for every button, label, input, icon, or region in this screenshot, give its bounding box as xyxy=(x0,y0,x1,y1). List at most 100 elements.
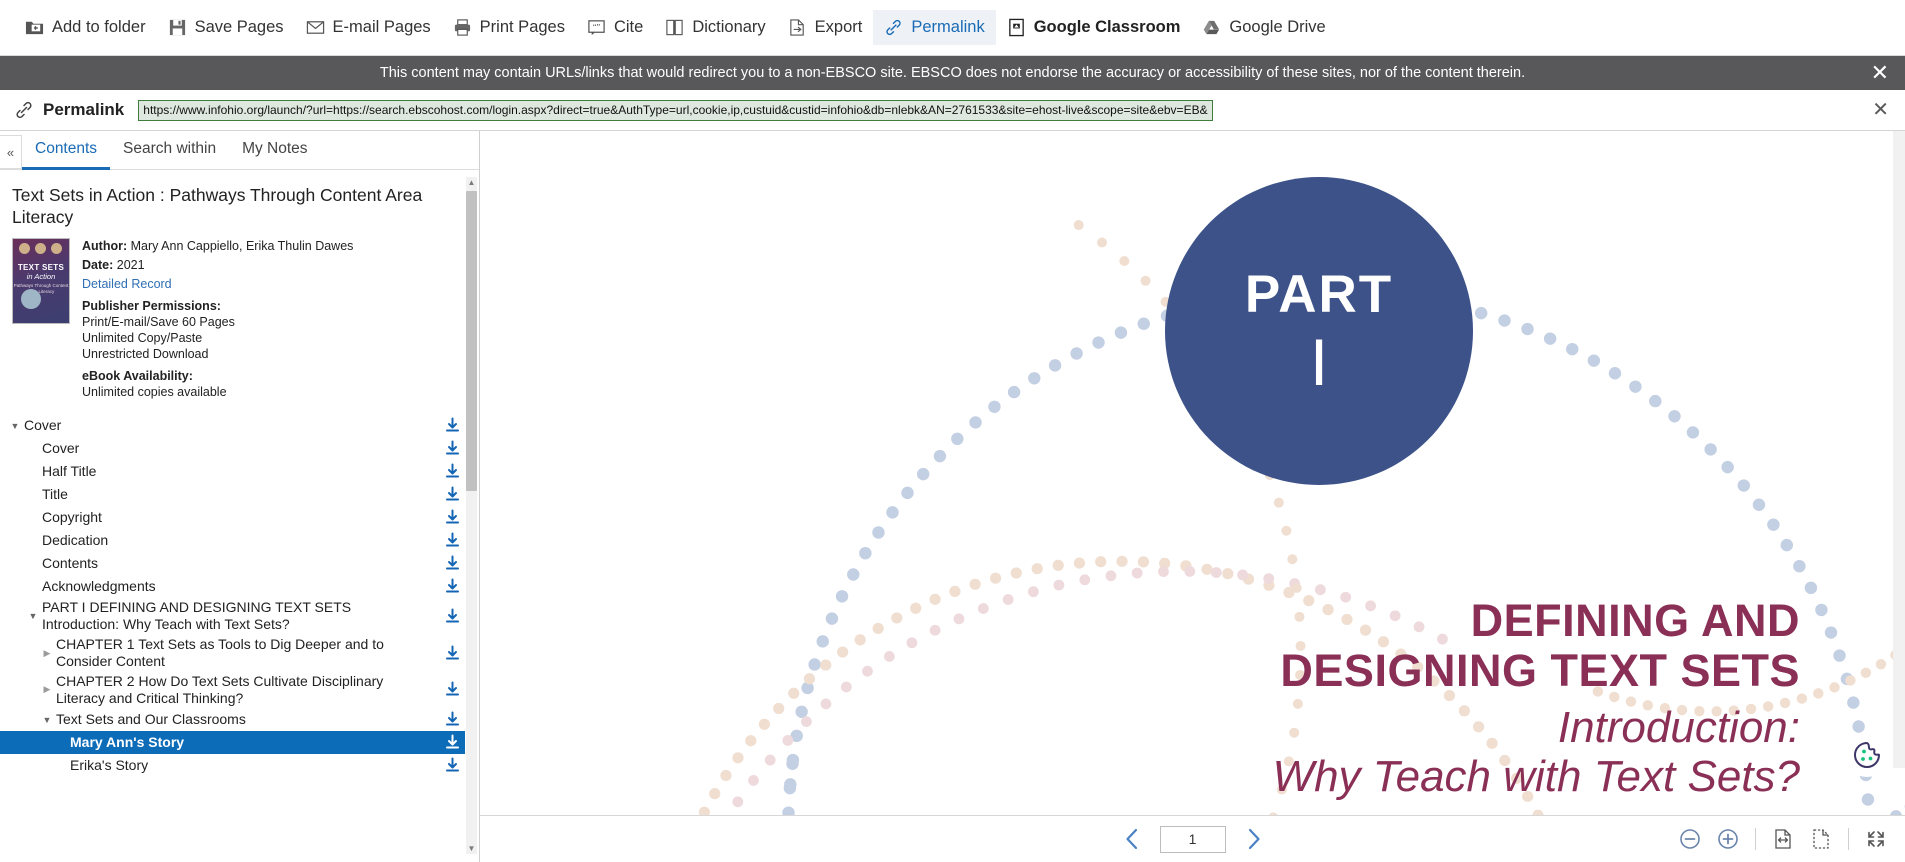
folder-add-icon xyxy=(25,18,44,37)
toc-item[interactable]: ▶Copyright xyxy=(0,506,465,529)
toolbar-print-pages[interactable]: Print Pages xyxy=(442,10,576,45)
link-icon xyxy=(884,18,903,37)
part-badge: PART I xyxy=(1165,177,1473,485)
toolbar-email-pages[interactable]: E-mail Pages xyxy=(295,10,442,45)
toolbar-label: Cite xyxy=(613,18,644,37)
toc-item[interactable]: ▶Contents xyxy=(0,552,465,575)
quote-icon: “” xyxy=(587,18,606,37)
part-number: I xyxy=(1309,324,1329,399)
sidebar-scrollbar-thumb[interactable] xyxy=(466,191,477,491)
tab-search-within[interactable]: Search within xyxy=(110,132,229,170)
book-meta-text: Author: Mary Ann Cappiello, Erika Thulin… xyxy=(82,238,353,400)
toc-item[interactable]: ▶Acknowledgments xyxy=(0,575,465,598)
permalink-url-input[interactable] xyxy=(138,99,1214,121)
tab-contents[interactable]: Contents xyxy=(22,132,111,170)
fit-page-icon xyxy=(1813,829,1829,849)
cover-title-line2: in Action xyxy=(26,272,56,282)
download-icon[interactable] xyxy=(439,486,465,503)
toc-item[interactable]: ▶ CHAPTER 1 Text Sets as Tools to Dig Dee… xyxy=(0,635,465,672)
viewer-bottom-toolbar xyxy=(480,815,1905,862)
viewer-scrollbar-track[interactable] xyxy=(1893,131,1905,768)
toolbar-permalink[interactable]: Permalink xyxy=(873,10,996,45)
sidebar-scroll-up-arrow[interactable]: ▲ xyxy=(466,177,477,188)
chevron-right-icon[interactable]: ▶ xyxy=(38,648,56,659)
author-value: Mary Ann Cappiello, Erika Thulin Dawes xyxy=(130,239,354,254)
next-page-button[interactable] xyxy=(1240,826,1266,852)
chevron-right-icon[interactable]: ▶ xyxy=(38,684,56,695)
toc-item[interactable]: ▶Mary Ann's Story xyxy=(0,731,465,755)
toolbar-google-classroom[interactable]: Google Classroom xyxy=(996,10,1192,45)
toc-item-label: Text Sets and Our Classrooms xyxy=(56,711,246,728)
permalink-bar: Permalink ✕ xyxy=(0,90,1905,131)
toolbar-cite[interactable]: “” Cite xyxy=(576,10,654,45)
google-classroom-icon xyxy=(1007,18,1026,37)
download-icon[interactable] xyxy=(439,578,465,595)
download-icon[interactable] xyxy=(439,645,465,662)
toolbar-label: Save Pages xyxy=(194,18,284,37)
download-icon[interactable] xyxy=(439,532,465,549)
permalink-close-icon[interactable]: ✕ xyxy=(1872,100,1889,120)
toc-item-label: Title xyxy=(42,485,68,502)
toolbar-google-drive[interactable]: Google Drive xyxy=(1191,10,1336,45)
fullscreen-icon xyxy=(1868,831,1884,847)
content-notice-banner: This content may contain URLs/links that… xyxy=(0,56,1905,90)
author-row: Author: Mary Ann Cappiello, Erika Thulin… xyxy=(82,238,353,254)
book-cover-thumbnail[interactable]: TEXT SETS in Action Pathways Through Con… xyxy=(12,238,70,325)
download-icon[interactable] xyxy=(439,440,465,457)
toc-item-label: Erika's Story xyxy=(70,757,149,774)
heading-line-1: DEFINING AND xyxy=(1470,595,1800,646)
toc-arrow-spacer: ▶ xyxy=(24,443,42,454)
sidebar-collapse-button[interactable]: « xyxy=(0,135,22,169)
toc-item-label: Half Title xyxy=(42,462,97,479)
page-number-input[interactable] xyxy=(1159,825,1226,853)
download-icon[interactable] xyxy=(439,417,465,434)
toc-item[interactable]: ▶Erika's Story xyxy=(0,754,465,777)
svg-text:“”: “” xyxy=(593,21,601,31)
cookie-consent-button[interactable] xyxy=(1845,733,1889,777)
toc-item[interactable]: ▶Title xyxy=(0,483,465,506)
toolbar-save-pages[interactable]: Save Pages xyxy=(157,10,295,45)
toc-item[interactable]: ▼ Text Sets and Our Classrooms xyxy=(0,708,465,731)
toc-item-label: Acknowledgments xyxy=(42,577,156,594)
author-label: Author: xyxy=(82,239,128,254)
download-icon[interactable] xyxy=(439,681,465,698)
fit-page-button[interactable] xyxy=(1810,828,1832,850)
document-viewer: PART I DEFINING AND DESIGNING TEXT SETS … xyxy=(480,131,1905,862)
toc-item[interactable]: ▶Half Title xyxy=(0,460,465,483)
tab-my-notes[interactable]: My Notes xyxy=(229,132,320,170)
toolbar-export[interactable]: Export xyxy=(777,10,874,45)
zoom-out-icon xyxy=(1680,829,1700,849)
toc-item[interactable]: ▼ PART I DEFINING AND DESIGNING TEXT SETS… xyxy=(0,598,465,635)
notice-close-icon[interactable]: ✕ xyxy=(1871,62,1889,84)
detailed-record-link[interactable]: Detailed Record xyxy=(82,277,172,291)
chevron-down-icon[interactable]: ▼ xyxy=(6,421,24,431)
page-area[interactable]: PART I DEFINING AND DESIGNING TEXT SETS … xyxy=(480,131,1905,815)
chevron-down-icon[interactable]: ▼ xyxy=(38,715,56,725)
book-metadata: TEXT SETS in Action Pathways Through Con… xyxy=(0,232,465,404)
download-icon[interactable] xyxy=(439,757,465,774)
sidebar-tabs: « Contents Search within My Notes xyxy=(0,131,479,170)
permission-item: Unlimited Copy/Paste xyxy=(82,331,203,346)
download-icon[interactable] xyxy=(439,734,465,751)
fullscreen-button[interactable] xyxy=(1865,828,1887,850)
zoom-in-button[interactable] xyxy=(1717,828,1739,850)
download-icon[interactable] xyxy=(439,711,465,728)
toc-item[interactable]: ▶Dedication xyxy=(0,529,465,552)
chevron-down-icon[interactable]: ▼ xyxy=(24,611,42,621)
zoom-out-button[interactable] xyxy=(1679,828,1701,850)
sidebar-scroll-down-arrow[interactable]: ▼ xyxy=(466,843,477,854)
zoom-in-icon xyxy=(1718,829,1738,849)
toolbar-label: Add to folder xyxy=(52,18,146,37)
toc-item[interactable]: ▼ Cover xyxy=(0,414,465,437)
toolbar-add-to-folder[interactable]: Add to folder xyxy=(14,10,157,45)
download-icon[interactable] xyxy=(439,509,465,526)
download-icon[interactable] xyxy=(439,463,465,480)
download-icon[interactable] xyxy=(439,608,465,625)
previous-page-button[interactable] xyxy=(1120,826,1146,852)
toc-item[interactable]: ▶Cover xyxy=(0,437,465,460)
toc-arrow-spacer: ▶ xyxy=(52,760,70,771)
fit-width-button[interactable] xyxy=(1772,828,1794,850)
toolbar-dictionary[interactable]: Dictionary xyxy=(654,10,776,45)
download-icon[interactable] xyxy=(439,555,465,572)
toc-item[interactable]: ▶ CHAPTER 2 How Do Text Sets Cultivate Di… xyxy=(0,672,465,709)
